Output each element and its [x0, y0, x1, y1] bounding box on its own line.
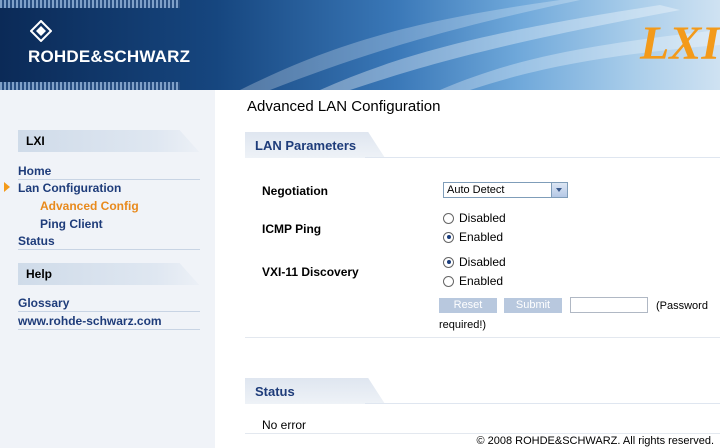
divider — [245, 433, 720, 434]
icmp-ping-disabled-label: Disabled — [459, 211, 506, 225]
vxi11-disabled-label: Disabled — [459, 255, 506, 269]
rohde-schwarz-logo-icon — [30, 20, 52, 42]
radio-unselected-icon[interactable] — [443, 212, 454, 224]
sidebar: LXI Home Lan Configuration Advanced Conf… — [0, 90, 215, 448]
submit-button[interactable]: Submit — [504, 298, 562, 313]
password-input[interactable] — [570, 297, 648, 313]
copyright-footer: © 2008 ROHDE&SCHWARZ. All rights reserve… — [476, 435, 714, 447]
banner-stripes-top — [0, 0, 180, 8]
divider — [18, 329, 200, 330]
banner-stripes-bottom — [0, 82, 180, 90]
icmp-ping-disabled-radio[interactable]: Disabled — [443, 211, 506, 225]
sidebar-section-help: Help — [18, 263, 215, 285]
divider — [245, 337, 720, 338]
status-message: No error — [262, 418, 307, 432]
main-content: Advanced LAN Configuration LAN Parameter… — [215, 90, 720, 448]
divider — [18, 179, 200, 180]
icmp-ping-label: ICMP Ping — [262, 222, 322, 236]
reset-button[interactable]: Reset — [439, 298, 497, 313]
radio-selected-icon[interactable] — [443, 256, 454, 268]
lxi-logo: LXI — [639, 17, 720, 70]
radio-selected-icon[interactable] — [443, 231, 454, 243]
brand-logo-text: ROHDE&SCHWARZ — [28, 47, 191, 66]
vxi11-discovery-label: VXI-11 Discovery — [262, 265, 359, 279]
sidebar-item-home[interactable]: Home — [18, 164, 200, 178]
chevron-down-icon[interactable] — [551, 183, 567, 197]
icmp-ping-enabled-radio[interactable]: Enabled — [443, 230, 503, 244]
vxi11-enabled-label: Enabled — [459, 274, 504, 288]
sidebar-item-status[interactable]: Status — [18, 234, 200, 248]
negotiation-select[interactable]: Auto Detect — [443, 182, 568, 198]
sidebar-item-ping-client[interactable]: Ping Client — [40, 217, 222, 231]
password-note-continued: required!) — [439, 319, 487, 331]
sidebar-section-lxi-label: LXI — [26, 134, 45, 148]
sidebar-item-advanced-config[interactable]: Advanced Config — [40, 199, 222, 213]
divider — [18, 249, 200, 250]
icmp-ping-enabled-label: Enabled — [459, 230, 504, 244]
section-header-lan-parameters: LAN Parameters — [245, 132, 720, 158]
password-note: (Password — [656, 300, 708, 312]
sidebar-item-glossary[interactable]: Glossary — [18, 296, 200, 310]
page-title: Advanced LAN Configuration — [247, 98, 441, 115]
sidebar-item-rohde-schwarz-link[interactable]: www.rohde-schwarz.com — [18, 314, 200, 328]
negotiation-label: Negotiation — [262, 184, 328, 198]
radio-unselected-icon[interactable] — [443, 275, 454, 287]
header-banner: ROHDE&SCHWARZ LXI — [0, 0, 720, 90]
sidebar-section-help-label: Help — [26, 267, 53, 281]
arrow-right-icon — [4, 182, 10, 192]
section-title-lan-parameters: LAN Parameters — [255, 138, 357, 153]
vxi11-enabled-radio[interactable]: Enabled — [443, 274, 503, 288]
divider — [18, 311, 200, 312]
section-header-status: Status — [245, 378, 720, 404]
vxi11-disabled-radio[interactable]: Disabled — [443, 255, 506, 269]
sidebar-section-lxi: LXI — [18, 130, 215, 152]
section-title-status: Status — [255, 384, 295, 399]
sidebar-item-lan-configuration[interactable]: Lan Configuration — [18, 181, 200, 195]
negotiation-select-value: Auto Detect — [447, 184, 505, 196]
